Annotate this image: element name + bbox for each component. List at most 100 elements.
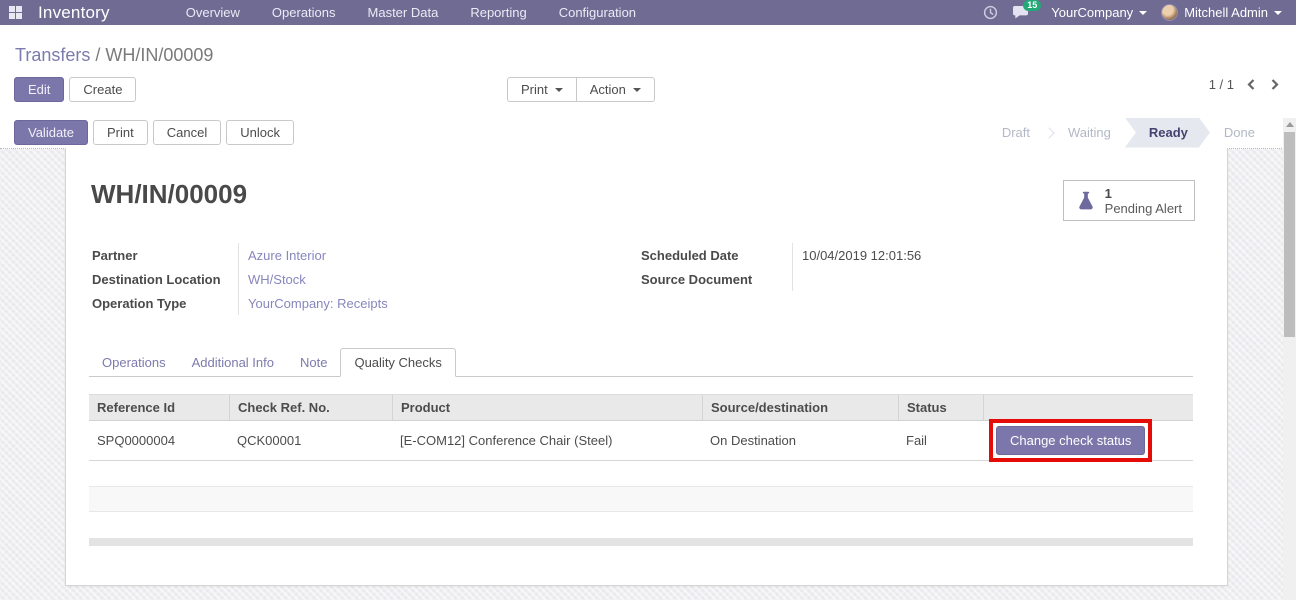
pager-previous-button[interactable] xyxy=(1246,78,1256,91)
action-dropdown-label: Action xyxy=(589,82,626,97)
quality-checks-table: Reference Id Check Ref. No. Product Sour… xyxy=(89,394,1193,546)
red-highlight-annotation: Change check status xyxy=(989,419,1153,462)
triangle-up-icon xyxy=(1285,122,1294,127)
pager-next-button[interactable] xyxy=(1270,78,1280,91)
header-check-ref-no[interactable]: Check Ref. No. xyxy=(229,395,392,420)
print-dropdown-label: Print xyxy=(521,82,548,97)
step-draft[interactable]: Draft xyxy=(988,118,1044,148)
user-name: Mitchell Admin xyxy=(1184,5,1268,20)
systray: 15 YourCompany Mitchell Admin xyxy=(983,0,1296,21)
menu-item-operations[interactable]: Operations xyxy=(256,0,352,25)
apps-menu-button[interactable] xyxy=(0,0,30,25)
cell-reference-id: SPQ0000004 xyxy=(97,433,176,448)
main-menu: Overview Operations Master Data Reportin… xyxy=(170,0,652,25)
avatar xyxy=(1161,4,1179,21)
field-label: Destination Location xyxy=(92,271,221,287)
cancel-button[interactable]: Cancel xyxy=(152,120,222,145)
field-label: Source Document xyxy=(641,271,753,287)
pager-value: 1 / 1 xyxy=(1208,77,1234,92)
tab-note[interactable]: Note xyxy=(287,349,340,376)
print-dropdown[interactable]: Print xyxy=(507,77,577,102)
header-source-destination[interactable]: Source/destination xyxy=(702,395,898,420)
empty-row xyxy=(89,461,1193,487)
scheduled-date-value: 10/04/2019 12:01:56 xyxy=(792,243,1012,267)
company-switcher[interactable]: YourCompany xyxy=(1051,5,1148,20)
source-document-value xyxy=(792,267,1012,291)
pending-alert-button[interactable]: 1 Pending Alert xyxy=(1062,180,1195,221)
scrollbar-thumb[interactable] xyxy=(1284,132,1295,337)
control-panel: Transfers / WH/IN/00009 Edit Create Prin… xyxy=(0,25,1296,118)
field-label: Scheduled Date xyxy=(641,247,739,263)
chevron-right-icon xyxy=(1043,126,1055,139)
cell-status: Fail xyxy=(906,433,927,448)
inventory-app-window: Inventory Overview Operations Master Dat… xyxy=(0,0,1296,600)
create-button[interactable]: Create xyxy=(69,77,137,102)
table-row[interactable]: SPQ0000004 QCK00001 [E-COM12] Conference… xyxy=(89,419,1193,462)
user-menu[interactable]: Mitchell Admin xyxy=(1161,4,1282,21)
header-status[interactable]: Status xyxy=(898,395,983,420)
menu-item-overview[interactable]: Overview xyxy=(170,0,256,25)
step-ready[interactable]: Ready xyxy=(1125,118,1210,148)
header-actions xyxy=(983,395,1193,420)
vertical-scrollbar[interactable] xyxy=(1283,118,1296,600)
apps-grid-icon xyxy=(8,6,22,19)
cell-check-ref-no: QCK00001 xyxy=(237,433,302,448)
tab-additional-info[interactable]: Additional Info xyxy=(179,349,287,376)
company-name: YourCompany xyxy=(1051,5,1134,20)
activities-clock-icon[interactable] xyxy=(983,5,998,20)
validate-button[interactable]: Validate xyxy=(14,120,89,145)
message-count-badge: 15 xyxy=(1023,0,1042,11)
tab-operations[interactable]: Operations xyxy=(89,349,179,376)
field-destination-location: Destination Location WH/Stock xyxy=(92,267,458,291)
unlock-button[interactable]: Unlock xyxy=(226,120,294,145)
form-statusbar: Validate Print Cancel Unlock Draft Waiti… xyxy=(0,118,1296,149)
cell-product: [E-COM12] Conference Chair (Steel) xyxy=(400,433,613,448)
status-steps: Draft Waiting Ready Done xyxy=(988,118,1269,148)
field-scheduled-date: Scheduled Date 10/04/2019 12:01:56 xyxy=(641,243,1012,267)
change-check-status-button[interactable]: Change check status xyxy=(996,426,1146,455)
field-label: Operation Type xyxy=(92,295,187,311)
messages-icon[interactable]: 15 xyxy=(1012,0,1042,20)
field-operation-type: Operation Type YourCompany: Receipts xyxy=(92,291,458,315)
field-partner: Partner Azure Interior xyxy=(92,243,458,267)
menu-item-reporting[interactable]: Reporting xyxy=(454,0,542,25)
breadcrumb: Transfers / WH/IN/00009 xyxy=(0,25,1296,66)
step-waiting[interactable]: Waiting xyxy=(1054,118,1125,148)
destination-location-link[interactable]: WH/Stock xyxy=(248,272,306,287)
flask-icon xyxy=(1078,191,1093,210)
breadcrumb-transfers-link[interactable]: Transfers xyxy=(15,45,90,65)
chevron-down-icon xyxy=(632,87,641,92)
table-footer-bar xyxy=(89,538,1193,546)
tab-quality-checks[interactable]: Quality Checks xyxy=(340,348,456,377)
action-dropdown[interactable]: Action xyxy=(575,77,655,102)
header-product[interactable]: Product xyxy=(392,395,702,420)
breadcrumb-current: WH/IN/00009 xyxy=(105,45,214,65)
scrollbar-up-button[interactable] xyxy=(1283,118,1296,131)
partner-link[interactable]: Azure Interior xyxy=(248,248,326,263)
header-reference-id[interactable]: Reference Id xyxy=(89,395,229,420)
edit-button[interactable]: Edit xyxy=(14,77,65,102)
operation-type-link[interactable]: YourCompany: Receipts xyxy=(248,296,388,311)
menu-item-configuration[interactable]: Configuration xyxy=(543,0,652,25)
control-panel-buttons: Edit Create Print Action 1 / 1 xyxy=(0,77,1296,105)
app-brand[interactable]: Inventory xyxy=(38,3,110,23)
chevron-down-icon xyxy=(1274,10,1282,15)
breadcrumb-separator: / xyxy=(90,45,106,65)
print-button[interactable]: Print xyxy=(93,120,148,145)
chevron-down-icon xyxy=(1139,10,1148,15)
field-label: Partner xyxy=(92,247,138,263)
top-navbar: Inventory Overview Operations Master Dat… xyxy=(0,0,1296,25)
menu-item-master-data[interactable]: Master Data xyxy=(352,0,455,25)
empty-row xyxy=(89,487,1193,512)
chevron-down-icon xyxy=(554,87,563,92)
content-area: WH/IN/00009 1 Pending Alert Partner Azur… xyxy=(0,148,1296,600)
fields-right-column: Scheduled Date 10/04/2019 12:01:56 Sourc… xyxy=(641,243,1012,291)
field-source-document: Source Document xyxy=(641,267,1012,291)
step-done[interactable]: Done xyxy=(1210,118,1269,148)
empty-row xyxy=(89,512,1193,538)
notebook-tabs: Operations Additional Info Note Quality … xyxy=(89,348,1193,377)
fields-left-column: Partner Azure Interior Destination Locat… xyxy=(92,243,458,315)
table-header-row: Reference Id Check Ref. No. Product Sour… xyxy=(89,394,1193,421)
cell-source-destination: On Destination xyxy=(710,433,796,448)
alert-count: 1 xyxy=(1104,185,1112,201)
